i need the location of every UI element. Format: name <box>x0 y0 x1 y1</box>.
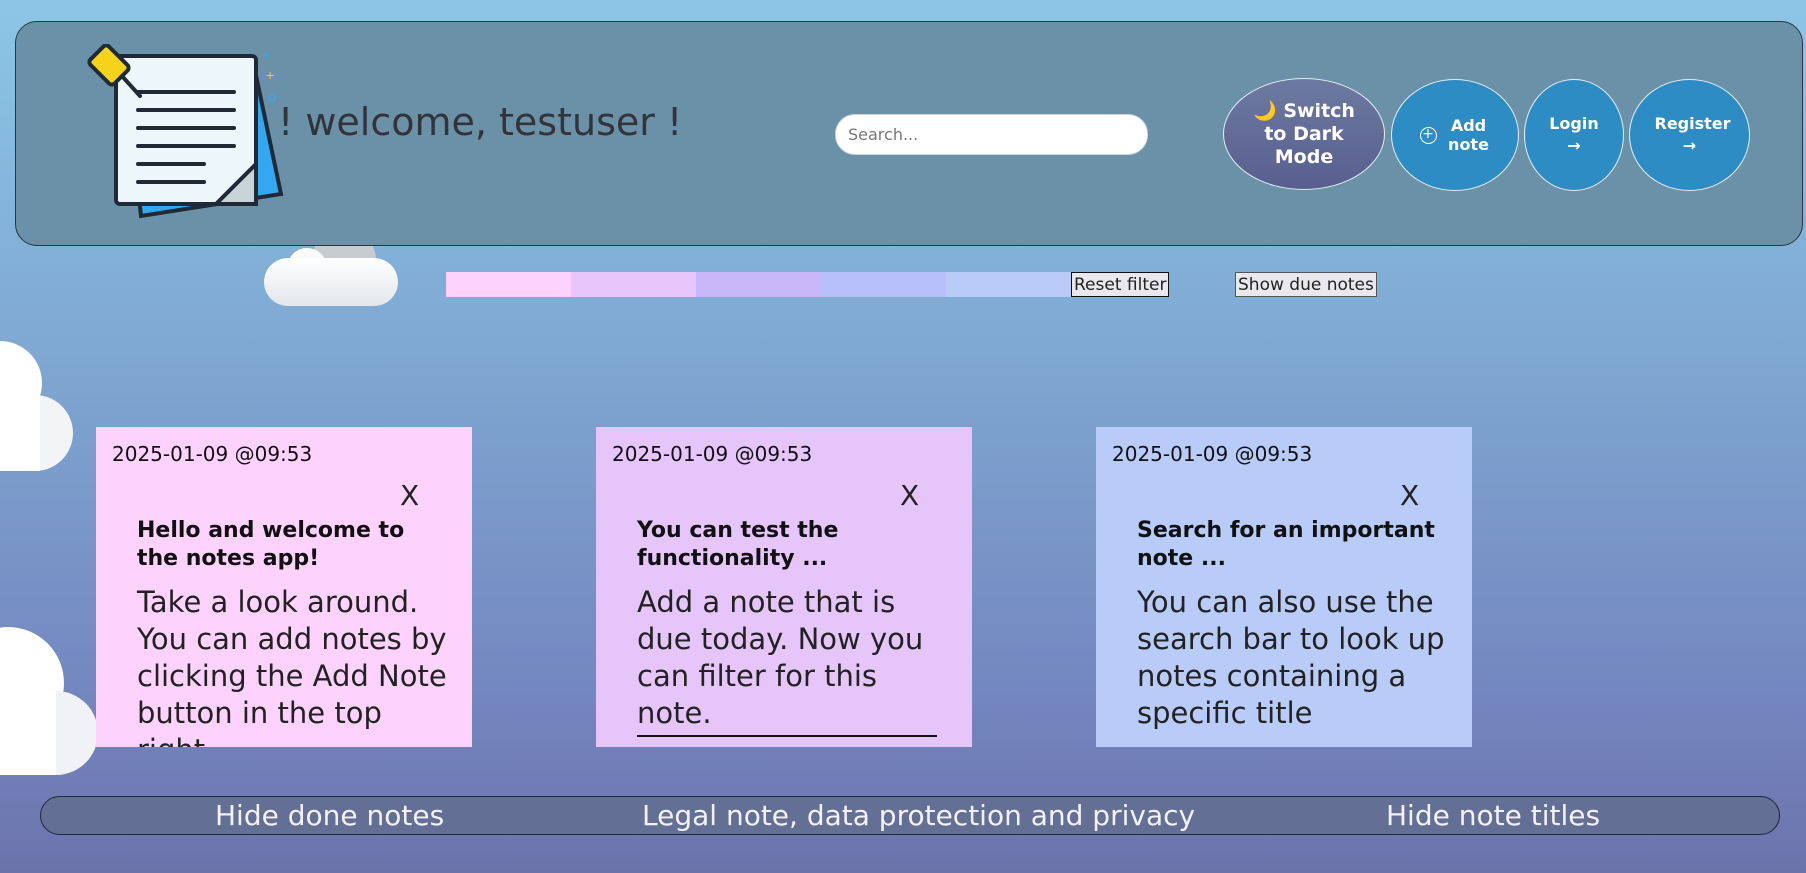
cloud-decoration <box>0 341 73 471</box>
close-note-button[interactable]: X <box>400 479 419 512</box>
note-card[interactable]: 2025-01-09 @09:53 X Hello and welcome to… <box>96 427 472 747</box>
color-filter-swatch[interactable] <box>821 272 946 297</box>
color-filter-swatch[interactable] <box>696 272 821 297</box>
close-note-button[interactable]: X <box>900 479 919 512</box>
close-note-button[interactable]: X <box>1400 479 1419 512</box>
note-title: Search for an important note ... <box>1137 518 1435 571</box>
welcome-heading: ! welcome, testuser ! <box>278 100 683 144</box>
svg-text:+: + <box>262 47 270 63</box>
legal-privacy-link[interactable]: Legal note, data protection and privacy <box>642 799 1195 832</box>
note-body: Add a note that is due today. Now you ca… <box>637 585 924 730</box>
svg-text:+: + <box>266 67 274 83</box>
notes-logo-icon: + + <box>87 44 284 219</box>
dark-mode-label: 🌙 Switch to Dark Mode <box>1253 99 1355 168</box>
note-card[interactable]: 2025-01-09 @09:53 X You can test the fun… <box>596 427 972 747</box>
login-label: Login → <box>1549 114 1599 155</box>
cloud-decoration <box>0 627 98 775</box>
note-timestamp: 2025-01-09 @09:53 <box>1112 442 1313 466</box>
note-title: Hello and welcome to the notes app! <box>137 518 405 571</box>
color-filter-swatch[interactable] <box>571 272 696 297</box>
color-filter-swatch[interactable] <box>946 272 1071 297</box>
note-timestamp: 2025-01-09 @09:53 <box>112 442 313 466</box>
note-timestamp: 2025-01-09 @09:53 <box>612 442 813 466</box>
note-divider <box>637 735 937 737</box>
footer-bar: Hide done notes Legal note, data protect… <box>40 796 1780 835</box>
note-card[interactable]: 2025-01-09 @09:53 X Search for an import… <box>1096 427 1472 747</box>
hide-done-notes-link[interactable]: Hide done notes <box>215 799 444 832</box>
note-body: Take a look around. You can add notes by… <box>137 585 447 747</box>
register-label: Register → <box>1654 114 1731 155</box>
color-filter-swatch[interactable] <box>446 272 571 297</box>
reset-filter-button[interactable]: Reset filter <box>1071 272 1170 297</box>
note-title: You can test the functionality ... <box>637 518 839 571</box>
add-note-label: Add note <box>1448 116 1489 154</box>
login-button[interactable]: Login → <box>1524 79 1624 191</box>
add-note-button[interactable]: + Add note <box>1391 79 1519 191</box>
app-header: + + ! welcome, testuser ! 🌙 Switch to Da… <box>15 21 1803 246</box>
search-input[interactable] <box>835 114 1148 155</box>
note-body: You can also use the search bar to look … <box>1137 585 1445 730</box>
register-button[interactable]: Register → <box>1629 79 1750 191</box>
color-filter-bar <box>446 272 1071 297</box>
hide-note-titles-link[interactable]: Hide note titles <box>1386 799 1600 832</box>
show-due-notes-button[interactable]: Show due notes <box>1235 272 1377 297</box>
add-circle-icon: + <box>1419 126 1437 144</box>
dark-mode-toggle-button[interactable]: 🌙 Switch to Dark Mode <box>1223 78 1385 190</box>
